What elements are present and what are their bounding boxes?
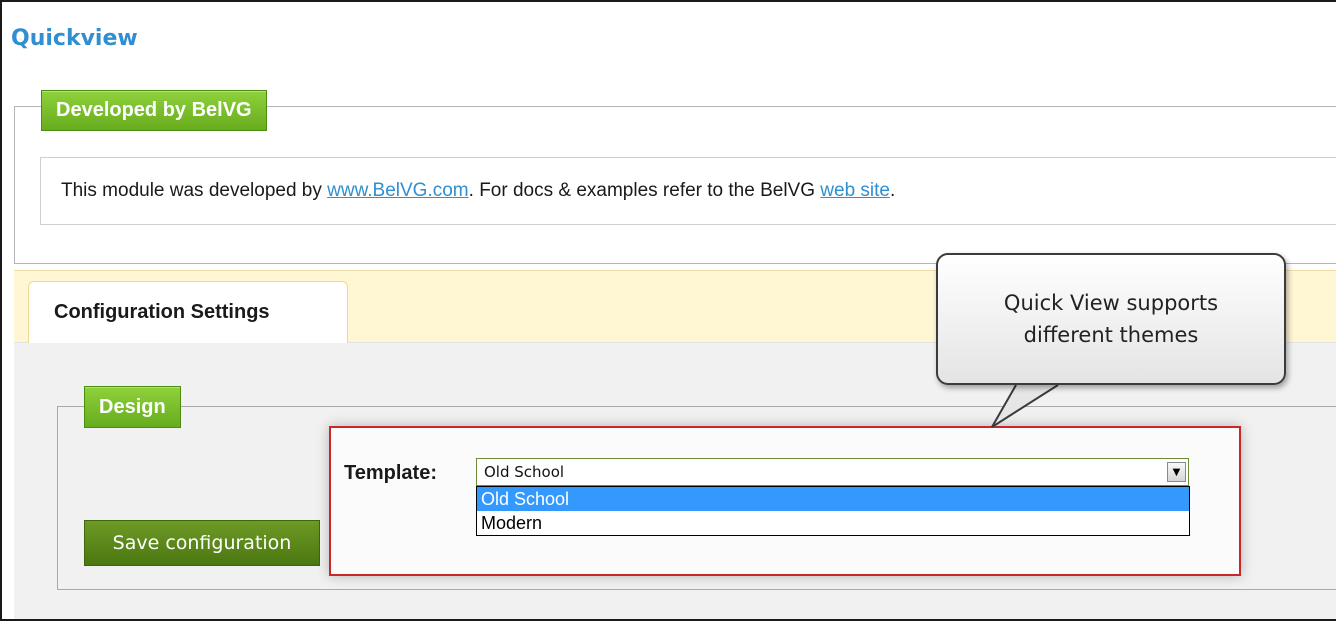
developed-info-box: This module was developed by www.BelVG.c… [40,157,1336,225]
callout-line-1: Quick View supports [1003,291,1219,315]
callout-line-2: different themes [1023,323,1199,347]
tab-configuration-settings[interactable]: Configuration Settings [28,281,348,343]
page-title: Quickview [11,26,138,51]
belvg-site-link[interactable]: www.BelVG.com [327,180,468,202]
developed-legend: Developed by BelVG [41,90,267,131]
design-legend: Design [84,386,181,428]
template-select-value: Old School [484,463,565,481]
save-configuration-button[interactable]: Save configuration [84,520,320,566]
page-frame: Quickview Developed by BelVG This module… [0,0,1336,621]
callout-bubble: Quick View supports different themes [936,253,1286,385]
dropdown-arrow-icon[interactable]: ▼ [1167,462,1186,482]
web-site-link[interactable]: web site [820,180,890,202]
developed-text-middle: . For docs & examples refer to the BelVG [468,180,821,201]
developed-text-after: . [890,180,896,201]
developed-text-before: This module was developed by [61,180,328,201]
option-modern[interactable]: Modern [477,511,1189,535]
template-label: Template: [344,462,437,484]
option-old-school[interactable]: Old School [477,487,1189,511]
template-dropdown-list: Old School Modern [476,486,1190,536]
template-select[interactable]: Old School ▼ [476,458,1189,486]
callout-tail [991,383,1059,428]
